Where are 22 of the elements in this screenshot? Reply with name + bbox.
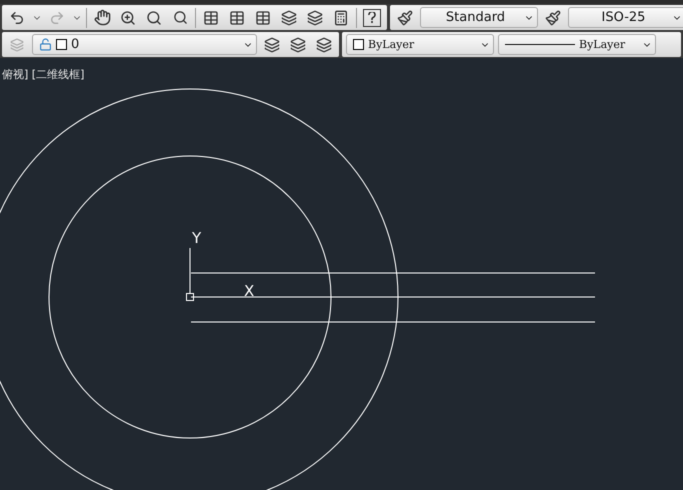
help-icon [368, 12, 376, 23]
color-swatch-icon [56, 39, 67, 50]
unlocked-padlock-icon [39, 38, 52, 51]
undo-arrow-icon [9, 10, 25, 26]
color-swatch-icon [353, 39, 364, 50]
line-sample-icon [505, 44, 575, 45]
ucs-axis-icon [186, 248, 194, 301]
y-axis-label: Y [192, 229, 202, 247]
text-style-dropdown[interactable]: Standard [420, 7, 538, 28]
x-axis-label: X [244, 282, 254, 300]
viewport-label: 俯视] [二维线框] [2, 67, 84, 82]
layer-name: 0 [71, 37, 80, 52]
help-button[interactable] [361, 6, 383, 28]
linetype-name: ByLayer [579, 38, 626, 51]
layer-dropdown[interactable]: 0 [32, 34, 257, 55]
magnifier-icon [172, 10, 188, 25]
layers-icon [10, 38, 24, 52]
linetype-dropdown[interactable]: ByLayer [498, 34, 656, 55]
color-dropdown[interactable]: ByLayer [346, 34, 494, 55]
redo-arrow-icon [49, 10, 65, 26]
dim-style-dropdown[interactable]: ISO-25 [568, 7, 683, 28]
color-name: ByLayer [368, 38, 414, 51]
